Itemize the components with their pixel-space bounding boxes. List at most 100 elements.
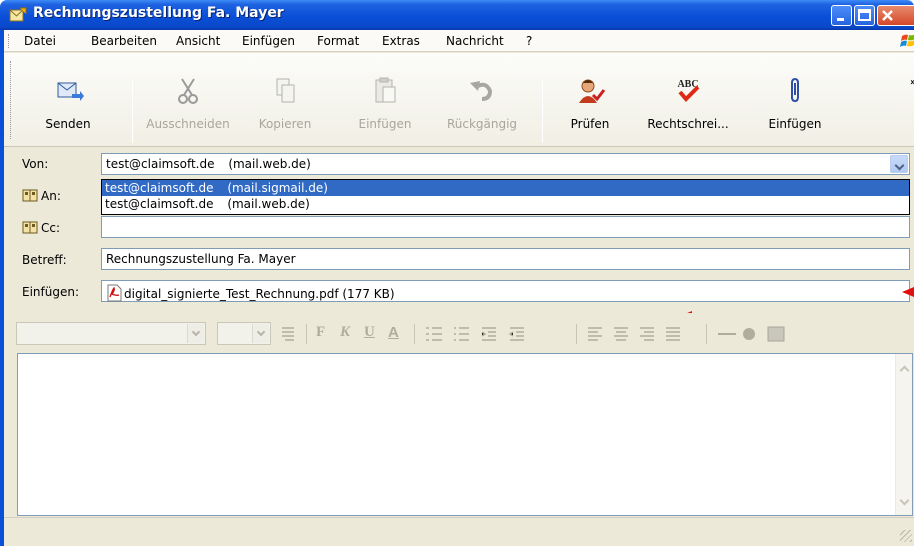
format-separator — [306, 324, 307, 344]
to-label[interactable]: An: — [22, 189, 61, 203]
subject-value: Rechnungszustellung Fa. Mayer — [106, 252, 296, 266]
status-bar — [4, 517, 914, 546]
to-label-text: An: — [41, 189, 61, 203]
undo-button[interactable]: Rückgängig — [442, 75, 522, 141]
format-toolbar: F K U A — [4, 313, 914, 351]
paragraph-style-icon[interactable] — [280, 325, 296, 343]
outdent-icon — [481, 327, 496, 341]
cc-label-text: Cc: — [41, 221, 61, 235]
from-option-address: test@claimsoft.de — [105, 181, 214, 195]
from-option[interactable]: test@claimsoft.de (mail.sigmail.de) — [102, 180, 909, 196]
from-option-account: (mail.web.de) — [227, 197, 310, 211]
toolbar-overflow-chevron[interactable]: » — [910, 77, 914, 88]
from-select[interactable]: test@claimsoft.de (mail.web.de) — [101, 153, 910, 175]
copy-button[interactable]: Kopieren — [250, 75, 320, 141]
align-icons — [588, 327, 680, 341]
send-button[interactable]: Senden — [38, 75, 98, 141]
list-indent-icons — [426, 327, 524, 341]
bullet-list-icon — [454, 327, 469, 341]
insert-image-icon — [767, 326, 785, 342]
justify-icon — [666, 327, 680, 341]
bold-button[interactable]: F — [316, 324, 325, 341]
cc-field[interactable] — [101, 216, 910, 238]
attach-button[interactable]: Einfügen — [764, 75, 826, 141]
chevron-down-icon[interactable] — [252, 324, 269, 343]
from-dropdown-list: test@claimsoft.de (mail.sigmail.de) test… — [101, 179, 910, 215]
menubar-grip[interactable] — [8, 34, 11, 48]
copy-label: Kopieren — [258, 117, 312, 131]
minimize-icon — [837, 18, 844, 21]
spellcheck-icon: ABC — [677, 79, 700, 102]
check-names-button[interactable]: Prüfen — [560, 75, 620, 141]
toolbar-separator — [542, 81, 543, 143]
check-names-label: Prüfen — [570, 117, 610, 131]
undo-label: Rückgängig — [446, 117, 518, 131]
from-option[interactable]: test@claimsoft.de (mail.web.de) — [102, 196, 909, 212]
scroll-up-icon[interactable] — [898, 364, 911, 372]
from-option-address: test@claimsoft.de — [105, 197, 214, 211]
format-separator — [414, 324, 415, 344]
insert-icons — [718, 326, 785, 342]
scroll-down-icon[interactable] — [898, 497, 911, 505]
send-icon — [57, 82, 84, 101]
paste-label: Einfügen — [358, 117, 412, 131]
align-center-icon — [614, 327, 628, 341]
subject-label: Betreff: — [22, 253, 67, 267]
paperclip-icon — [791, 77, 799, 103]
cc-label[interactable]: Cc: — [22, 221, 60, 235]
menu-help[interactable]: ? — [526, 34, 532, 48]
menu-datei[interactable]: Datei — [24, 34, 56, 48]
from-option-account: (mail.sigmail.de) — [227, 181, 328, 195]
resize-grip[interactable] — [900, 530, 912, 542]
paste-icon — [375, 77, 396, 103]
copy-icon — [276, 78, 295, 103]
paste-button[interactable]: Einfügen — [350, 75, 420, 141]
font-size-combo[interactable] — [217, 322, 271, 345]
format-separator — [576, 324, 577, 344]
title-bar: Rechnungszustellung Fa. Mayer — [0, 0, 914, 30]
menu-einfuegen[interactable]: Einfügen — [242, 34, 295, 48]
annotation-arrowhead — [902, 287, 914, 297]
indent-icon — [508, 327, 524, 341]
spellcheck-label: Rechtschrei... — [647, 117, 729, 131]
toolbar-grip[interactable] — [10, 61, 13, 139]
maximize-button[interactable] — [854, 5, 875, 26]
pdf-file-icon — [107, 284, 122, 302]
cut-label: Ausschneiden — [146, 117, 230, 131]
font-name-combo[interactable] — [16, 322, 206, 345]
from-address: test@claimsoft.de — [106, 157, 215, 171]
message-body[interactable] — [17, 353, 913, 516]
format-separator — [706, 324, 707, 344]
underline-button[interactable]: U — [364, 324, 375, 341]
menu-nachricht[interactable]: Nachricht — [446, 34, 504, 48]
menu-bearbeiten[interactable]: Bearbeiten — [91, 34, 157, 48]
minimize-button[interactable] — [831, 5, 852, 26]
vertical-scrollbar[interactable] — [895, 354, 912, 515]
maximize-icon — [858, 9, 871, 21]
menu-format[interactable]: Format — [317, 34, 359, 48]
address-book-icon — [22, 221, 38, 234]
font-color-button[interactable]: A — [388, 324, 399, 341]
attachment-name[interactable]: digital_signierte_Test_Rechnung.pdf (177… — [124, 287, 395, 301]
hyperlink-icon — [743, 328, 755, 340]
chevron-down-icon[interactable] — [890, 155, 908, 173]
from-account: (mail.web.de) — [228, 157, 311, 171]
subject-field[interactable]: Rechnungszustellung Fa. Mayer — [101, 248, 910, 270]
attach-label: Einfügen — [768, 117, 822, 131]
new-message-icon — [9, 7, 27, 22]
chevron-down-icon[interactable] — [187, 324, 204, 343]
attachment-field[interactable]: digital_signierte_Test_Rechnung.pdf (177… — [101, 280, 910, 302]
from-label: Von: — [22, 157, 49, 171]
cut-button[interactable]: Ausschneiden — [142, 75, 234, 141]
align-right-icon — [640, 327, 654, 341]
spellcheck-button[interactable]: ABC Rechtschrei... — [640, 75, 736, 141]
italic-button[interactable]: K — [340, 324, 350, 341]
close-icon — [882, 10, 893, 21]
address-book-icon — [22, 189, 38, 202]
close-button[interactable] — [877, 5, 914, 26]
windows-logo-icon — [900, 34, 914, 47]
menu-ansicht[interactable]: Ansicht — [176, 34, 220, 48]
menu-extras[interactable]: Extras — [382, 34, 420, 48]
menu-bar: Datei Bearbeiten Ansicht Einfügen Format… — [4, 30, 914, 52]
send-label: Senden — [45, 117, 91, 131]
